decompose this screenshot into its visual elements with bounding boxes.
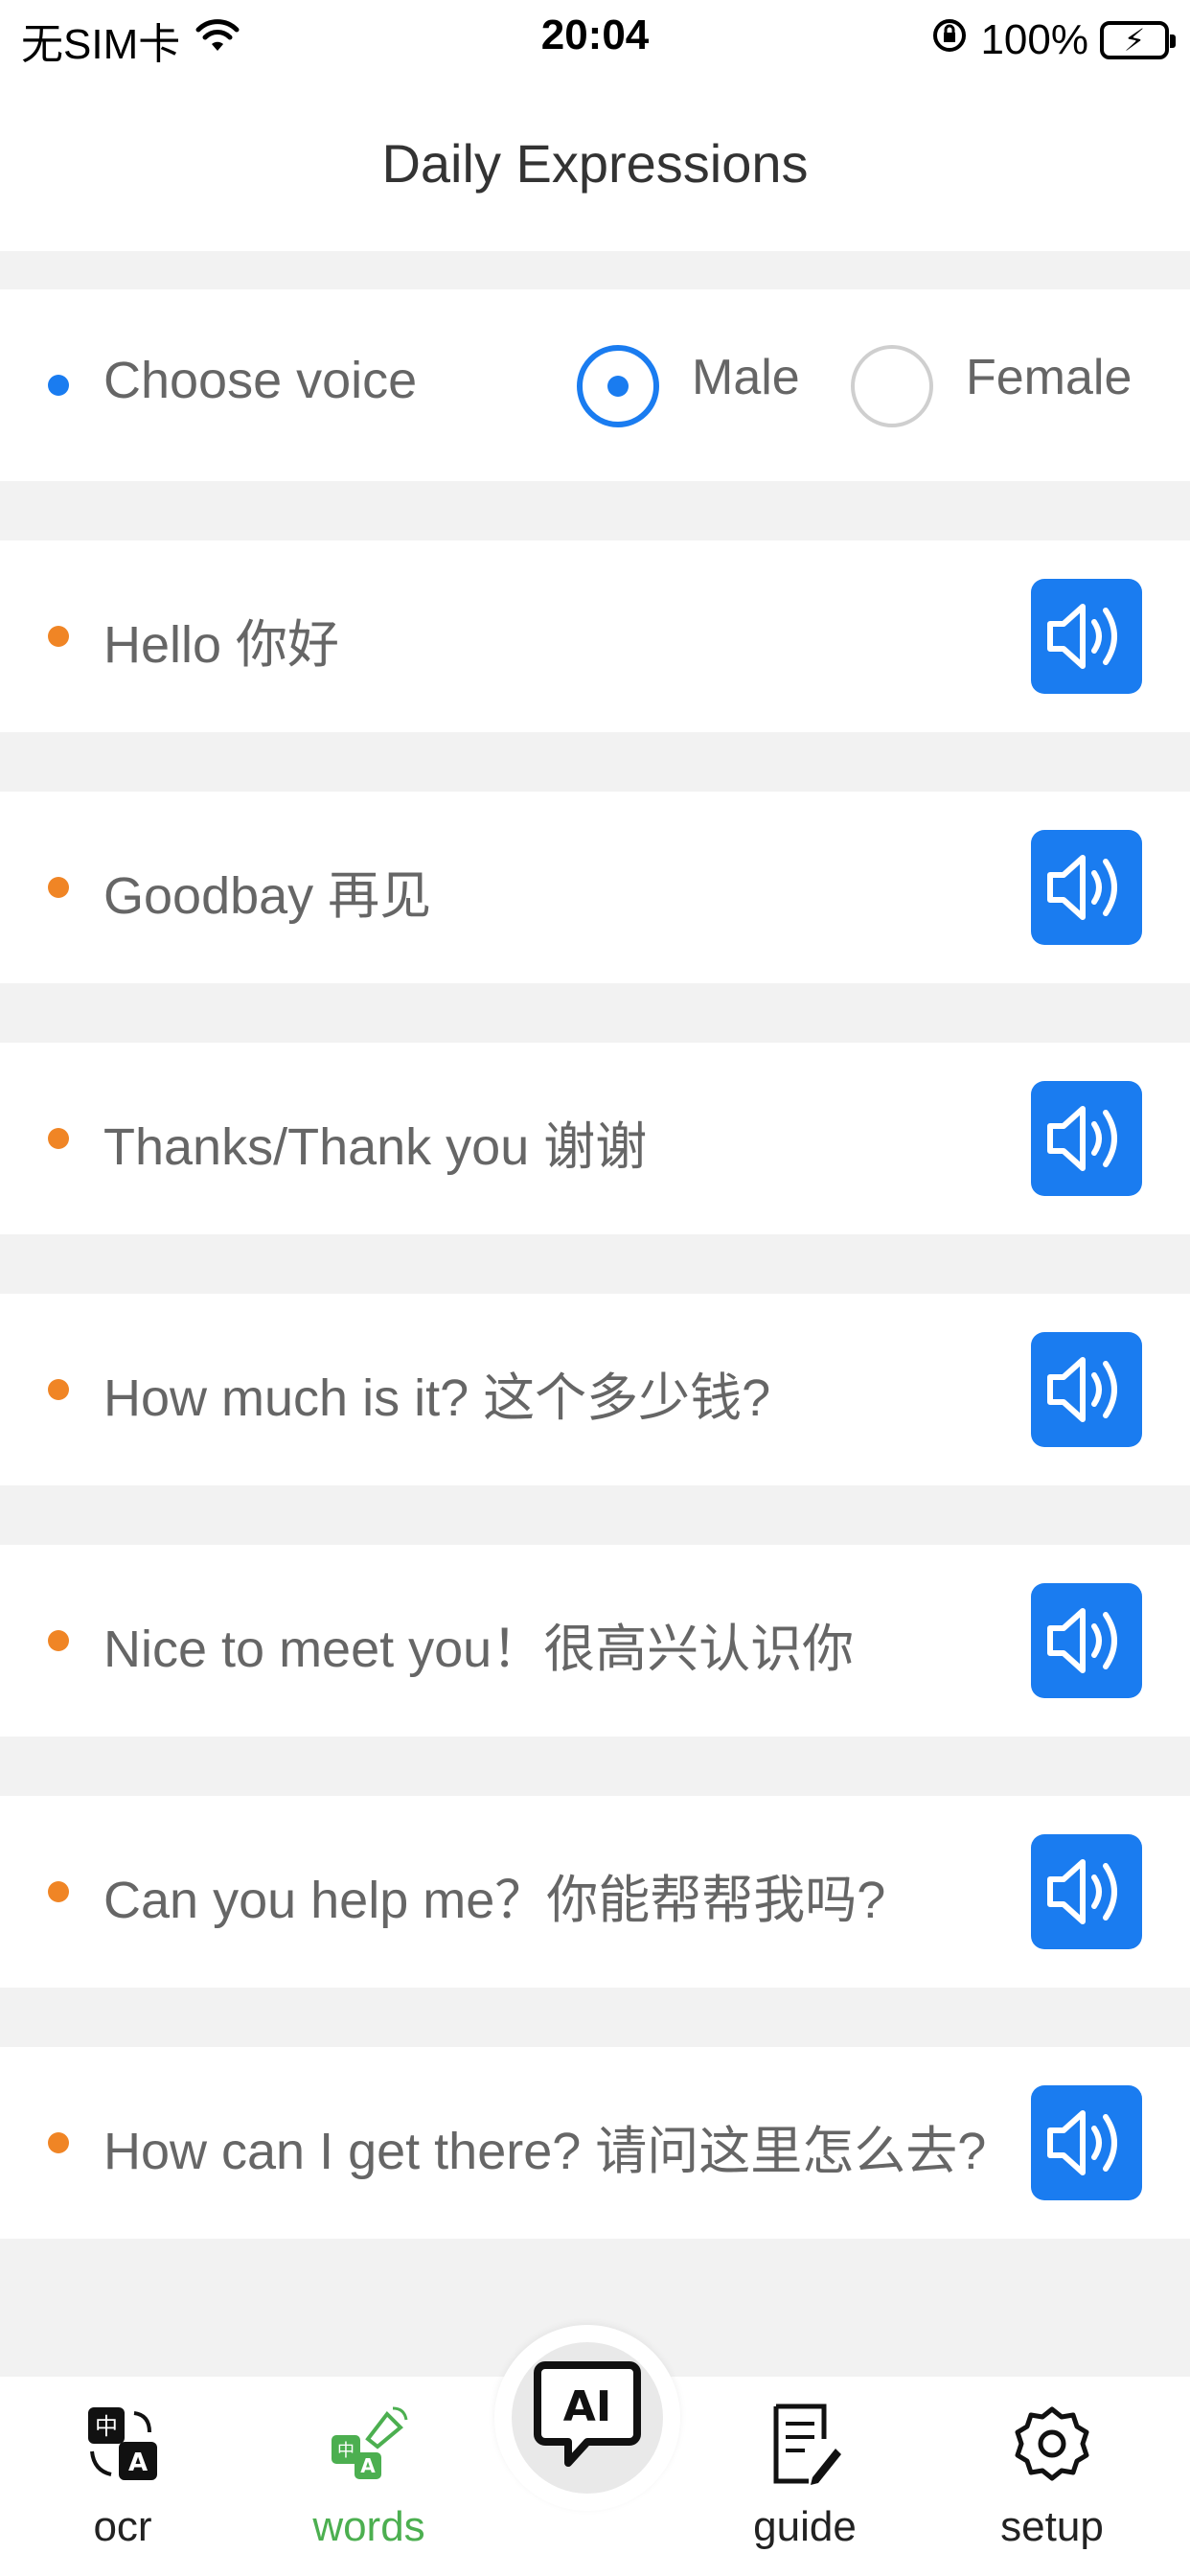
nav-header: Daily Expressions: [0, 80, 1190, 251]
ai-chat-button[interactable]: AI: [494, 2325, 680, 2511]
expression-text: Can you help me？你能帮帮我吗?: [103, 1872, 886, 1929]
bullet-dot: [48, 375, 69, 396]
expression-text: Nice to meet you！很高兴认识你: [103, 1621, 855, 1678]
svg-text:A: A: [360, 2454, 376, 2477]
voice-row: Choose voice Male Female: [0, 289, 1190, 481]
ai-label: AI: [563, 2382, 611, 2431]
expression-text: How much is it? 这个多少钱?: [103, 1369, 771, 1427]
tab-ocr-label: ocr: [93, 2503, 152, 2550]
male-label[interactable]: Male: [692, 349, 800, 406]
female-radio-circle[interactable]: [851, 345, 933, 427]
play-audio-button[interactable]: [1031, 2085, 1142, 2200]
bullet-dot: [48, 877, 69, 898]
speaker-icon: [1047, 2110, 1117, 2175]
svg-text:A: A: [128, 2449, 148, 2477]
tab-words[interactable]: 中 A words: [273, 2377, 465, 2576]
expression-row: Hello 你好: [0, 540, 1190, 732]
play-audio-button[interactable]: [1031, 830, 1142, 945]
expression-text: Hello 你好: [103, 616, 340, 674]
speaker-translate-icon: 中 A: [325, 2400, 413, 2488]
svg-text:中: 中: [337, 2441, 355, 2461]
gear-icon: [1008, 2400, 1096, 2488]
expression-row: How can I get there? 请问这里怎么去?: [0, 2047, 1190, 2239]
speaker-icon: [1047, 855, 1117, 920]
tab-setup[interactable]: setup: [956, 2377, 1148, 2576]
tab-words-label: words: [312, 2503, 425, 2550]
ai-chat-button-inner[interactable]: AI: [512, 2342, 663, 2494]
play-audio-button[interactable]: [1031, 1332, 1142, 1447]
play-audio-button[interactable]: [1031, 579, 1142, 694]
tab-ocr[interactable]: 中 A ocr: [27, 2377, 218, 2576]
male-radio-circle[interactable]: [577, 345, 659, 427]
expression-row: How much is it? 这个多少钱?: [0, 1294, 1190, 1485]
speaker-icon: [1047, 604, 1117, 669]
expression-row: Thanks/Thank you 谢谢: [0, 1043, 1190, 1234]
page-title: Daily Expressions: [381, 133, 809, 194]
speaker-icon: [1047, 1608, 1117, 1673]
document-edit-icon: [761, 2400, 849, 2488]
svg-text:中: 中: [95, 2413, 118, 2440]
bullet-dot: [48, 1128, 69, 1149]
play-audio-button[interactable]: [1031, 1583, 1142, 1698]
status-bar: 无SIM卡 20:04 100% ⚡: [0, 0, 1190, 80]
tab-guide[interactable]: guide: [709, 2377, 901, 2576]
female-radio[interactable]: [851, 337, 933, 433]
expression-text: Thanks/Thank you 谢谢: [103, 1118, 648, 1176]
bullet-dot: [48, 1379, 69, 1400]
bullet-dot: [48, 1881, 69, 1902]
bullet-dot: [48, 2132, 69, 2153]
expression-row: Nice to meet you！很高兴认识你: [0, 1545, 1190, 1736]
expression-text: How can I get there? 请问这里怎么去?: [103, 2123, 987, 2180]
play-audio-button[interactable]: [1031, 1834, 1142, 1949]
ai-chat-icon: AI: [534, 2361, 641, 2467]
bullet-dot: [48, 626, 69, 647]
expression-row: Can you help me？你能帮帮我吗?: [0, 1796, 1190, 1988]
male-radio[interactable]: [577, 337, 659, 433]
female-label[interactable]: Female: [966, 349, 1132, 406]
speaker-icon: [1047, 1859, 1117, 1924]
translate-icon: 中 A: [79, 2400, 167, 2488]
battery-percent: 100%: [980, 16, 1088, 63]
bullet-dot: [48, 1630, 69, 1651]
status-right: 100% ⚡: [930, 13, 1176, 67]
tab-guide-label: guide: [753, 2503, 857, 2550]
expression-text: Goodbay 再见: [103, 867, 432, 925]
play-audio-button[interactable]: [1031, 1081, 1142, 1196]
speaker-icon: [1047, 1357, 1117, 1422]
choose-voice-label: Choose voice: [103, 352, 418, 409]
tab-setup-label: setup: [1000, 2503, 1104, 2550]
rotation-lock-icon: [930, 16, 969, 65]
battery-icon: ⚡: [1100, 21, 1176, 59]
expression-row: Goodbay 再见: [0, 792, 1190, 983]
speaker-icon: [1047, 1106, 1117, 1171]
